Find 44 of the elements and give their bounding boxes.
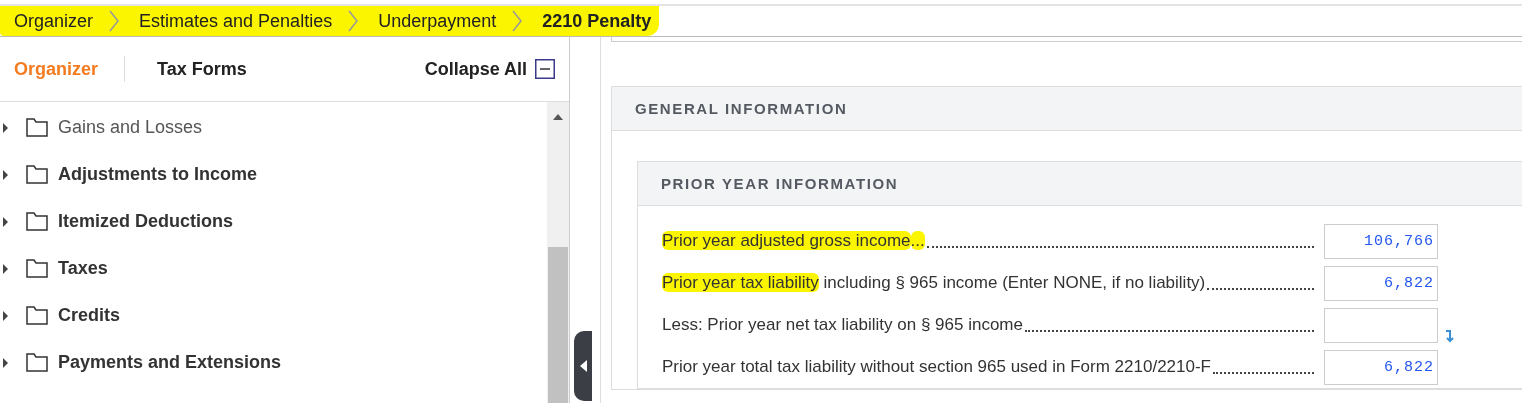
input-field[interactable]: 6,822 <box>1324 265 1438 301</box>
collapse-left-icon[interactable] <box>579 360 587 372</box>
sidebar-tab[interactable]: Tax Forms <box>157 58 247 80</box>
folder-icon <box>26 306 48 325</box>
folder-icon <box>26 212 48 231</box>
expand-arrow-icon[interactable] <box>2 216 10 227</box>
tree-item[interactable]: Taxes <box>58 258 108 279</box>
folder-icon <box>26 118 48 137</box>
tree-item[interactable]: Adjustments to Income <box>58 164 258 185</box>
chevron-icon <box>109 10 120 32</box>
expand-arrow-icon[interactable] <box>2 122 10 133</box>
subsection-header: PRIOR YEAR INFORMATION <box>638 162 1522 206</box>
tree-item[interactable]: Payments and Extensions <box>58 352 282 373</box>
collapse-handle[interactable] <box>574 331 592 401</box>
folder-icon <box>26 353 48 372</box>
folder-icon <box>26 165 48 184</box>
field-label: Prior year total tax liability without section 965 used in Form 2210/2210-F <box>662 357 1211 377</box>
scrollbar[interactable] <box>547 102 569 403</box>
folder-icon <box>26 259 48 278</box>
breadcrumb-link[interactable]: Underpayment <box>378 10 497 32</box>
scroll-up-icon[interactable] <box>552 113 564 121</box>
breadcrumb-link[interactable]: Organizer <box>14 10 94 32</box>
breadcrumb-current: 2210 Penalty <box>542 10 652 32</box>
tree-item[interactable]: Itemized Deductions <box>58 211 234 232</box>
input-field[interactable]: 6,822 <box>1324 349 1438 385</box>
expand-arrow-icon[interactable] <box>2 263 10 274</box>
chevron-icon <box>512 10 523 32</box>
breadcrumb-link[interactable]: Estimates and Penalties <box>139 10 333 32</box>
collapse-all-button[interactable]: Collapse All <box>424 58 555 80</box>
tree-item[interactable]: Credits <box>58 305 120 326</box>
field-label: Prior year adjusted gross income... <box>662 231 925 251</box>
chevron-icon <box>348 10 359 32</box>
down-arrow-icon[interactable] <box>1444 328 1454 343</box>
expand-arrow-icon[interactable] <box>2 169 10 180</box>
expand-arrow-icon[interactable] <box>2 357 10 368</box>
field-label: Prior year tax liability including § 965 income (Enter NONE, if no liability) <box>662 273 1206 293</box>
expand-arrow-icon[interactable] <box>2 310 10 321</box>
tree-item[interactable]: Gains and Losses <box>58 117 203 138</box>
section-header: GENERAL INFORMATION <box>612 87 1522 131</box>
input-field[interactable] <box>1324 307 1438 343</box>
collapse-icon[interactable] <box>535 59 555 79</box>
field-label: Less: Prior year net tax liability on § 965 income <box>662 315 1023 335</box>
input-field[interactable]: 106,766 <box>1324 223 1438 259</box>
scroll-thumb[interactable] <box>548 247 568 403</box>
